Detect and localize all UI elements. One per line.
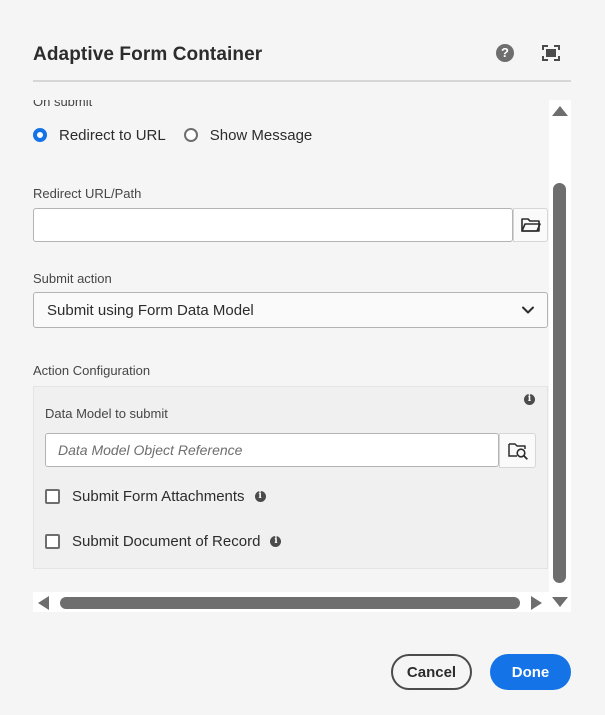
redirect-to-url-label[interactable]: Redirect to URL xyxy=(59,127,166,144)
info-icon[interactable]: i xyxy=(254,490,266,502)
submit-action-value: Submit using Form Data Model xyxy=(47,302,254,319)
dialog-title: Adaptive Form Container xyxy=(33,44,263,65)
redirect-to-url-radio[interactable] xyxy=(33,128,47,142)
redirect-url-label: Redirect URL/Path xyxy=(33,186,142,201)
vertical-scroll-thumb[interactable] xyxy=(553,183,566,583)
submit-document-of-record-row: Submit Document of Record i xyxy=(45,530,282,552)
cancel-button[interactable]: Cancel xyxy=(391,654,472,690)
adaptive-form-container-dialog: Adaptive Form Container ? On submit Redi… xyxy=(0,0,605,715)
submit-action-label: Submit action xyxy=(33,271,112,286)
submit-form-attachments-checkbox[interactable] xyxy=(45,488,60,504)
done-button[interactable]: Done xyxy=(490,654,571,690)
submit-form-attachments-label[interactable]: Submit Form Attachments xyxy=(72,488,245,505)
data-model-browse-button[interactable] xyxy=(499,433,536,468)
horizontal-scrollbar[interactable] xyxy=(33,592,549,612)
fullscreen-icon[interactable] xyxy=(542,45,560,61)
chevron-down-icon xyxy=(522,306,534,314)
folder-search-icon xyxy=(507,442,528,460)
data-model-input[interactable] xyxy=(45,433,499,467)
vertical-scrollbar[interactable] xyxy=(549,100,571,612)
horizontal-scroll-thumb[interactable] xyxy=(60,597,520,609)
info-icon[interactable]: i xyxy=(524,394,535,405)
scroll-down-arrow-icon[interactable] xyxy=(552,597,568,607)
folder-icon xyxy=(520,218,541,232)
on-submit-label: On submit xyxy=(33,100,93,109)
show-message-label[interactable]: Show Message xyxy=(210,127,313,144)
submit-form-attachments-row: Submit Form Attachments i xyxy=(45,485,266,507)
action-configuration-label: Action Configuration xyxy=(33,363,151,378)
submit-document-of-record-checkbox[interactable] xyxy=(45,533,60,549)
on-submit-radio-group: Redirect to URL Show Message xyxy=(33,123,330,147)
action-configuration-panel: i Data Model to submit Submit Form Attac… xyxy=(33,386,548,569)
data-model-label: Data Model to submit xyxy=(45,406,168,421)
info-icon[interactable]: i xyxy=(270,535,282,547)
show-message-radio[interactable] xyxy=(183,128,198,142)
scroll-right-arrow-icon[interactable] xyxy=(531,596,542,610)
redirect-browse-button[interactable] xyxy=(513,208,548,242)
dialog-scroll-area: On submit Redirect to URL Show Message R… xyxy=(33,100,571,612)
help-icon[interactable]: ? xyxy=(496,44,514,62)
scroll-left-arrow-icon[interactable] xyxy=(38,596,49,610)
redirect-url-input[interactable] xyxy=(33,208,513,242)
scroll-up-arrow-icon[interactable] xyxy=(552,106,568,116)
dialog-header: Adaptive Form Container ? xyxy=(33,38,571,82)
submit-action-select[interactable]: Submit using Form Data Model xyxy=(33,292,548,328)
submit-document-of-record-label[interactable]: Submit Document of Record xyxy=(72,533,260,550)
